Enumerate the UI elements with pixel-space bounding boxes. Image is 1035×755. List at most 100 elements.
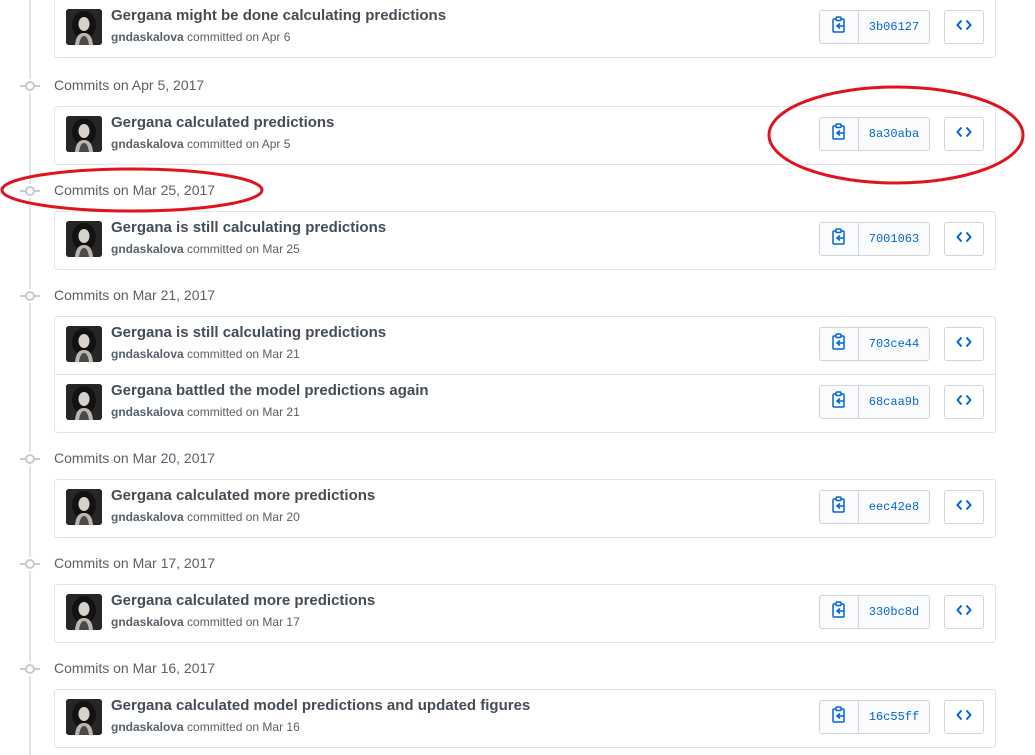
sha-button-group: 703ce44	[819, 327, 930, 361]
commit-author[interactable]: gndaskalova	[111, 347, 184, 361]
commit-author[interactable]: gndaskalova	[111, 720, 184, 734]
commit-date: committed on Mar 21	[187, 347, 300, 361]
commit-author[interactable]: gndaskalova	[111, 30, 184, 44]
commit-sha-link[interactable]: 3b06127	[859, 10, 930, 44]
commit-title[interactable]: Gergana is still calculating predictions	[111, 219, 386, 236]
commit-group: Gergana calculated more predictions gnda…	[54, 479, 996, 538]
commit-title[interactable]: Gergana might be done calculating predic…	[111, 7, 446, 24]
copy-sha-button[interactable]	[819, 117, 859, 151]
browse-repo-button[interactable]	[944, 117, 984, 151]
avatar[interactable]	[66, 221, 102, 257]
code-icon	[956, 335, 972, 354]
code-icon	[956, 18, 972, 37]
avatar[interactable]	[66, 116, 102, 152]
commit-group: Gergana might be done calculating predic…	[54, 0, 996, 58]
clippy-icon	[831, 122, 847, 146]
commit-meta: gndaskalova committed on Mar 21	[111, 347, 300, 361]
sha-button-group: eec42e8	[819, 490, 930, 524]
clippy-icon	[831, 390, 847, 414]
commit-meta: gndaskalova committed on Apr 5	[111, 137, 290, 151]
avatar[interactable]	[66, 699, 102, 735]
clippy-icon	[831, 15, 847, 39]
commit-row: Gergana calculated more predictions gnda…	[55, 480, 995, 537]
git-commit-icon	[20, 289, 40, 303]
browse-repo-button[interactable]	[944, 700, 984, 734]
git-commit-icon	[20, 452, 40, 466]
commit-author[interactable]: gndaskalova	[111, 137, 184, 151]
commit-author[interactable]: gndaskalova	[111, 510, 184, 524]
commit-sha-link[interactable]: eec42e8	[859, 490, 930, 524]
commit-group: Gergana is still calculating predictions…	[54, 316, 996, 433]
sha-button-group: 7001063	[819, 222, 930, 256]
commit-row: Gergana is still calculating predictions…	[55, 212, 995, 269]
commit-sha-link[interactable]: 7001063	[859, 222, 930, 256]
commit-date: committed on Mar 17	[187, 615, 300, 629]
commit-sha-link[interactable]: 8a30aba	[859, 117, 930, 151]
date-heading-label: Commits on Mar 25, 2017	[54, 182, 216, 198]
code-icon	[956, 125, 972, 144]
commit-author[interactable]: gndaskalova	[111, 615, 184, 629]
commit-sha-link[interactable]: 330bc8d	[859, 595, 930, 629]
git-commit-icon	[20, 557, 40, 571]
commit-date: committed on Mar 16	[187, 720, 300, 734]
commit-title[interactable]: Gergana calculated predictions	[111, 114, 334, 131]
commit-group: Gergana is still calculating predictions…	[54, 211, 996, 270]
commit-title[interactable]: Gergana calculated more predictions	[111, 592, 375, 609]
copy-sha-button[interactable]	[819, 595, 859, 629]
copy-sha-button[interactable]	[819, 327, 859, 361]
avatar[interactable]	[66, 594, 102, 630]
commit-date: committed on Apr 5	[187, 137, 291, 151]
copy-sha-button[interactable]	[819, 222, 859, 256]
commit-row: Gergana might be done calculating predic…	[55, 0, 995, 57]
sha-button-group: 16c55ff	[819, 700, 930, 734]
sha-button-group: 68caa9b	[819, 385, 930, 419]
commit-row: Gergana battled the model predictions ag…	[55, 374, 995, 432]
browse-repo-button[interactable]	[944, 490, 984, 524]
commit-meta: gndaskalova committed on Mar 25	[111, 242, 300, 256]
sha-button-group: 330bc8d	[819, 595, 930, 629]
copy-sha-button[interactable]	[819, 385, 859, 419]
browse-repo-button[interactable]	[944, 222, 984, 256]
commit-title[interactable]: Gergana calculated model predictions and…	[111, 697, 530, 714]
date-heading-label: Commits on Mar 20, 2017	[54, 450, 216, 466]
commit-row: Gergana calculated predictions gndaskalo…	[55, 107, 995, 164]
commit-date: committed on Mar 20	[187, 510, 300, 524]
copy-sha-button[interactable]	[819, 490, 859, 524]
avatar[interactable]	[66, 489, 102, 525]
clippy-icon	[831, 600, 847, 624]
avatar[interactable]	[66, 326, 102, 362]
date-heading-label: Commits on Mar 17, 2017	[54, 555, 216, 571]
browse-repo-button[interactable]	[944, 10, 984, 44]
commit-group: Gergana calculated more predictions gnda…	[54, 584, 996, 643]
date-heading-label: Commits on Apr 5, 2017	[54, 77, 205, 93]
commit-sha-link[interactable]: 16c55ff	[859, 700, 930, 734]
commit-row: Gergana calculated more predictions gnda…	[55, 585, 995, 642]
commit-meta: gndaskalova committed on Mar 21	[111, 405, 300, 419]
commit-title[interactable]: Gergana calculated more predictions	[111, 487, 375, 504]
browse-repo-button[interactable]	[944, 327, 984, 361]
avatar[interactable]	[66, 384, 102, 420]
code-icon	[956, 708, 972, 727]
browse-repo-button[interactable]	[944, 385, 984, 419]
commit-date: committed on Mar 25	[187, 242, 300, 256]
commit-meta: gndaskalova committed on Apr 6	[111, 30, 290, 44]
date-heading-label: Commits on Mar 16, 2017	[54, 660, 216, 676]
commit-title[interactable]: Gergana is still calculating predictions	[111, 324, 386, 341]
commit-sha-link[interactable]: 68caa9b	[859, 385, 930, 419]
copy-sha-button[interactable]	[819, 10, 859, 44]
clippy-icon	[831, 332, 847, 356]
commit-author[interactable]: gndaskalova	[111, 242, 184, 256]
commit-title[interactable]: Gergana battled the model predictions ag…	[111, 382, 429, 399]
commit-date: committed on Apr 6	[187, 30, 291, 44]
copy-sha-button[interactable]	[819, 700, 859, 734]
commit-group: Gergana calculated predictions gndaskalo…	[54, 106, 996, 165]
git-commit-icon	[20, 662, 40, 676]
commit-meta: gndaskalova committed on Mar 17	[111, 615, 300, 629]
commit-author[interactable]: gndaskalova	[111, 405, 184, 419]
clippy-icon	[831, 227, 847, 251]
commit-meta: gndaskalova committed on Mar 20	[111, 510, 300, 524]
commit-sha-link[interactable]: 703ce44	[859, 327, 930, 361]
avatar[interactable]	[66, 9, 102, 45]
browse-repo-button[interactable]	[944, 595, 984, 629]
code-icon	[956, 393, 972, 412]
